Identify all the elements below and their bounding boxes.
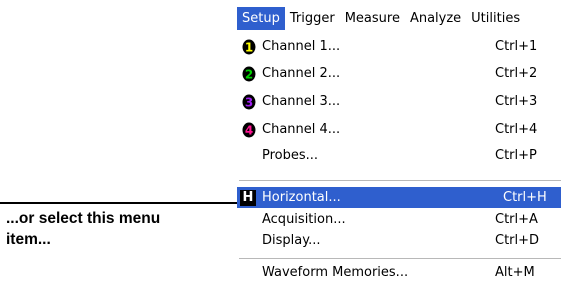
channel-1-icon: 1 [242, 39, 256, 55]
callout-text: ...or select this menu item... [6, 210, 161, 248]
setup-dropdown-menu: 1 Channel 1... Ctrl+1 2 Channel 2... Ctr… [237, 30, 561, 285]
menu-item-label: Horizontal... [262, 190, 341, 205]
horizontal-icon: H [240, 190, 256, 206]
menu-item-probes[interactable]: Probes... Ctrl+P [237, 143, 561, 167]
menu-bar: Setup Trigger Measure Analyze Utilities [237, 7, 561, 30]
menu-item-channel-2[interactable]: 2 Channel 2... Ctrl+2 [237, 61, 561, 85]
menu-item-label: Channel 1... [262, 38, 341, 54]
menu-item-horizontal[interactable]: H Horizontal... Ctrl+H [237, 187, 561, 208]
menu-item-shortcut: Ctrl+1 [495, 38, 538, 54]
menu-separator [239, 180, 561, 181]
channel-4-number: 4 [245, 124, 253, 138]
menu-item-channel-3[interactable]: 3 Channel 3... Ctrl+3 [237, 89, 561, 113]
menu-item-shortcut: Ctrl+2 [495, 65, 538, 81]
menu-item-shortcut: Ctrl+H [503, 190, 547, 205]
channel-2-number: 2 [245, 68, 253, 82]
menu-separator [239, 258, 561, 259]
menu-utilities[interactable]: Utilities [466, 7, 525, 30]
callout-pointer-line [0, 202, 237, 204]
menu-trigger[interactable]: Trigger [285, 7, 340, 30]
channel-2-icon: 2 [242, 66, 256, 82]
menu-item-channel-4[interactable]: 4 Channel 4... Ctrl+4 [237, 117, 561, 141]
menu-item-acquisition[interactable]: Acquisition... Ctrl+A [237, 209, 561, 230]
menu-item-label: Waveform Memories... [262, 265, 409, 280]
menu-item-label: Channel 2... [262, 65, 341, 81]
menu-item-shortcut: Ctrl+P [495, 147, 537, 163]
menu-item-label: Probes... [262, 147, 319, 163]
menu-item-shortcut: Ctrl+4 [495, 121, 538, 137]
menu-item-channel-1[interactable]: 1 Channel 1... Ctrl+1 [237, 34, 561, 58]
menu-item-shortcut: Ctrl+D [495, 233, 540, 248]
menu-item-label: Channel 4... [262, 121, 341, 137]
channel-3-number: 3 [245, 96, 253, 110]
channel-1-number: 1 [245, 41, 253, 55]
menu-setup[interactable]: Setup [237, 7, 285, 30]
menu-item-label: Channel 3... [262, 93, 341, 109]
channel-3-icon: 3 [242, 94, 256, 110]
channel-4-icon: 4 [242, 122, 256, 138]
menu-item-shortcut: Ctrl+3 [495, 93, 538, 109]
menu-analyze[interactable]: Analyze [405, 7, 466, 30]
menu-item-label: Acquisition... [262, 212, 346, 227]
menu-item-shortcut: Alt+M [495, 265, 535, 280]
menu-item-label: Display... [262, 233, 321, 248]
menu-item-display[interactable]: Display... Ctrl+D [237, 230, 561, 251]
menu-measure[interactable]: Measure [340, 7, 405, 30]
menu-item-waveform-memories[interactable]: Waveform Memories... Alt+M [237, 262, 561, 283]
menu-item-shortcut: Ctrl+A [495, 212, 538, 227]
